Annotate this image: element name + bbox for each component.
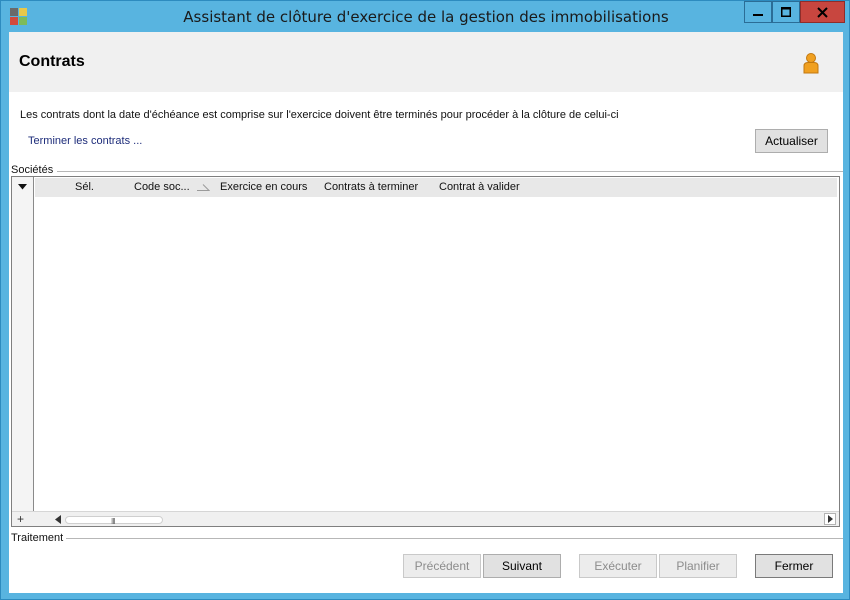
minimize-icon (753, 14, 763, 16)
close-button[interactable]: Fermer (755, 554, 833, 578)
app-icon (10, 8, 28, 25)
minimize-button[interactable] (744, 1, 772, 23)
scroll-right-button[interactable] (824, 513, 836, 525)
previous-button[interactable]: Précédent (403, 554, 481, 578)
wizard-client-area: Contrats Les contrats dont la date d'éch… (9, 32, 843, 593)
close-icon (817, 6, 828, 18)
sort-indicator-icon (197, 184, 210, 191)
close-window-button[interactable] (800, 1, 845, 23)
traitement-group-label: Traitement (11, 532, 67, 544)
terminate-contracts-link[interactable]: Terminer les contrats ... (28, 135, 142, 147)
window-title: Assistant de clôture d'exercice de la ge… (183, 8, 669, 26)
grid-footer: + III (12, 511, 839, 526)
column-header-contrat-valider[interactable]: Contrat à valider (439, 181, 520, 193)
societes-grid[interactable]: Sél. Code soc... Exercice en cours Contr… (11, 176, 840, 527)
column-header-exercice[interactable]: Exercice en cours (220, 181, 307, 193)
dropdown-arrow-icon (18, 184, 27, 190)
column-header-contrats-terminer[interactable]: Contrats à terminer (324, 181, 418, 193)
societes-group-label: Sociétés (11, 164, 57, 176)
plan-button[interactable]: Planifier (659, 554, 737, 578)
grid-row-header (12, 177, 34, 526)
grid-column-header: Sél. Code soc... Exercice en cours Contr… (35, 178, 837, 197)
column-header-sel[interactable]: Sél. (75, 181, 94, 193)
scroll-right-icon (827, 515, 833, 523)
title-bar[interactable]: Assistant de clôture d'exercice de la ge… (1, 1, 849, 32)
refresh-button[interactable]: Actualiser (755, 129, 828, 153)
traitement-group-divider (57, 538, 843, 539)
page-title: Contrats (19, 53, 85, 70)
societes-group-divider (57, 171, 843, 172)
next-button[interactable]: Suivant (483, 554, 561, 578)
add-row-button[interactable]: + (17, 512, 24, 526)
scrollbar-grip: III (111, 517, 116, 526)
horizontal-scrollbar-thumb[interactable]: III (65, 516, 163, 526)
user-icon (801, 52, 821, 74)
execute-button[interactable]: Exécuter (579, 554, 657, 578)
wizard-header: Contrats (9, 32, 843, 92)
scroll-left-icon[interactable] (55, 515, 61, 524)
wizard-content: Les contrats dont la date d'échéance est… (9, 92, 843, 593)
maximize-button[interactable] (772, 1, 800, 23)
column-header-code-soc[interactable]: Code soc... (134, 181, 190, 193)
grid-menu-button[interactable] (12, 177, 33, 197)
wizard-window: Assistant de clôture d'exercice de la ge… (0, 0, 850, 600)
info-text: Les contrats dont la date d'échéance est… (20, 109, 619, 121)
maximize-icon (781, 7, 791, 17)
